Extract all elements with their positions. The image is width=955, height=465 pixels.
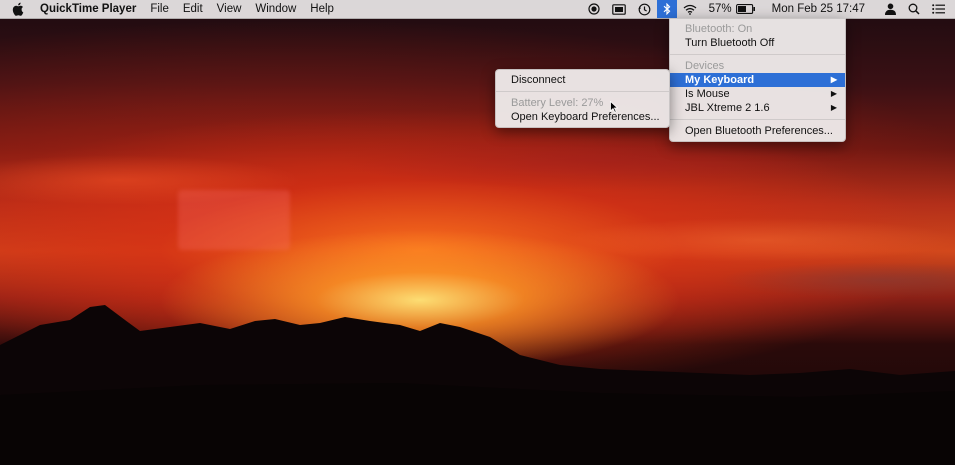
menu-file[interactable]: File [143, 3, 176, 15]
device-item-label: Is Mouse [685, 88, 730, 100]
device-item-my-keyboard[interactable]: My Keyboard ▶ [670, 73, 845, 87]
submenu-arrow-icon: ▶ [830, 75, 837, 84]
screen-record-icon[interactable] [582, 0, 606, 18]
disconnect-item[interactable]: Disconnect [496, 73, 669, 87]
menu-separator [670, 54, 845, 55]
app-menu-quicktime[interactable]: QuickTime Player [40, 3, 143, 15]
clock[interactable]: Mon Feb 25 17:47 [762, 0, 879, 18]
keyboard-submenu: Disconnect Battery Level: 27% Open Keybo… [495, 69, 670, 128]
bluetooth-status-label: Bluetooth: On [685, 23, 753, 35]
bluetooth-menu: Bluetooth: On Turn Bluetooth Off Devices… [669, 18, 846, 142]
menu-separator [496, 91, 669, 92]
open-keyboard-preferences-item[interactable]: Open Keyboard Preferences... [496, 110, 669, 124]
turn-bluetooth-off-item[interactable]: Turn Bluetooth Off [670, 36, 845, 50]
devices-header: Devices [685, 60, 725, 72]
airplay-display-icon[interactable] [606, 0, 632, 18]
menu-bar: QuickTime Player File Edit View Window H… [0, 0, 955, 19]
device-item-jbl-xtreme[interactable]: JBL Xtreme 2 1.6 ▶ [670, 101, 845, 115]
submenu-arrow-icon: ▶ [830, 89, 837, 98]
battery-status[interactable]: 57% [703, 0, 762, 18]
open-bluetooth-preferences-item[interactable]: Open Bluetooth Preferences... [670, 124, 845, 138]
faded-window-ghost [178, 190, 290, 250]
device-item-label: JBL Xtreme 2 1.6 [685, 102, 770, 114]
spotlight-search-icon[interactable] [902, 0, 926, 18]
time-machine-icon[interactable] [632, 0, 657, 18]
user-icon[interactable] [879, 0, 902, 18]
device-item-label: My Keyboard [685, 74, 755, 86]
battery-icon [735, 4, 755, 14]
notification-center-icon[interactable] [926, 0, 955, 18]
apple-icon[interactable] [12, 2, 26, 16]
menu-separator [670, 119, 845, 120]
menu-help[interactable]: Help [303, 3, 341, 15]
battery-percent: 57% [708, 3, 732, 15]
submenu-arrow-icon: ▶ [830, 103, 837, 112]
menu-window[interactable]: Window [248, 3, 303, 15]
bluetooth-icon[interactable] [656, 0, 677, 18]
menu-view[interactable]: View [210, 3, 249, 15]
status-bar: 57% Mon Feb 25 17:47 [582, 0, 955, 18]
device-item-is-mouse[interactable]: Is Mouse ▶ [670, 87, 845, 101]
wifi-icon[interactable] [677, 0, 703, 18]
battery-level-label: Battery Level: 27% [511, 97, 604, 109]
mouse-cursor-icon [610, 101, 618, 113]
menu-edit[interactable]: Edit [176, 3, 210, 15]
mountain-silhouette [0, 305, 955, 465]
